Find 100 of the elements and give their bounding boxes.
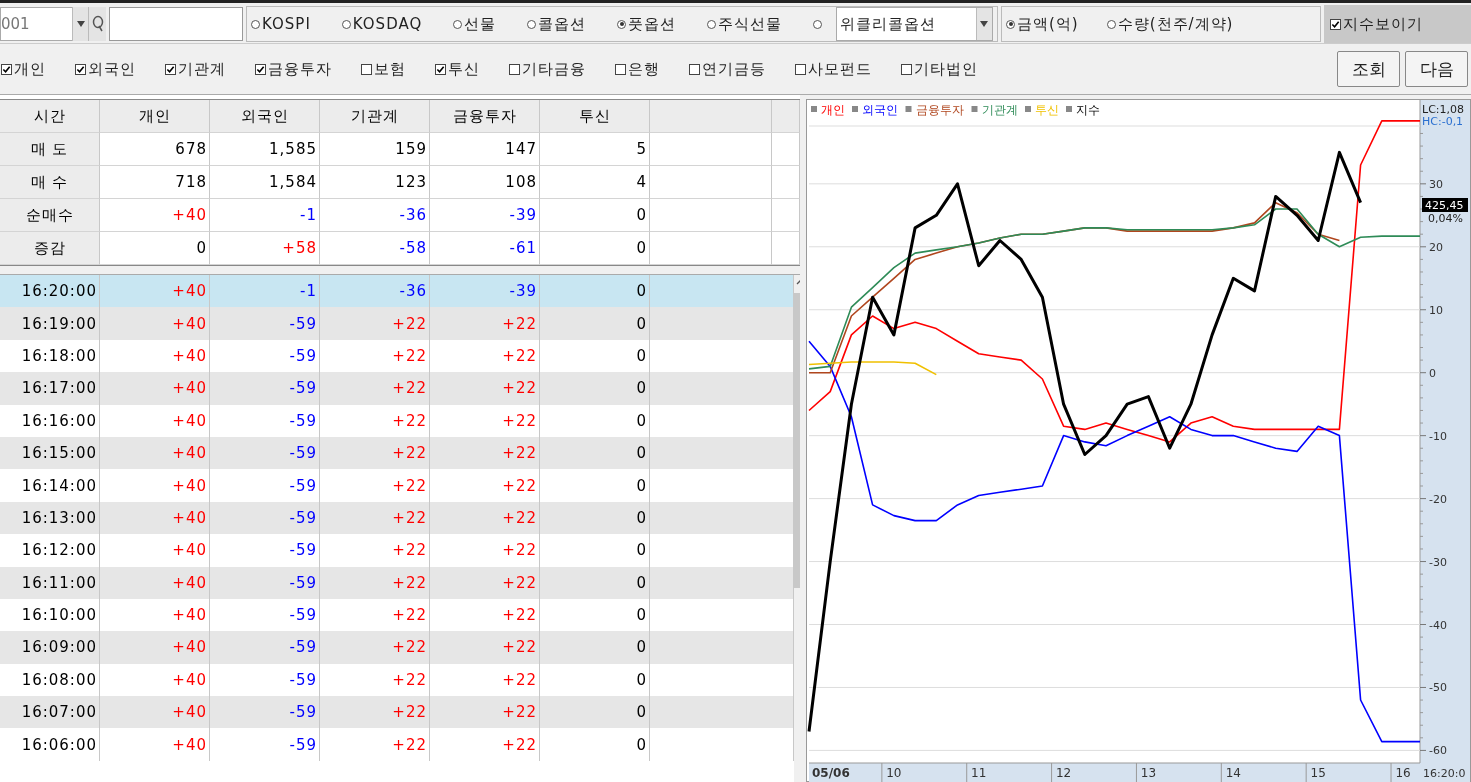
- table-cell: 0: [540, 469, 650, 502]
- search-icon[interactable]: [91, 15, 104, 33]
- table-cell: [772, 133, 800, 166]
- code-field[interactable]: 001: [0, 7, 106, 41]
- row-header: 순매수: [0, 199, 100, 232]
- option-label[interactable]: 콜옵션: [538, 14, 587, 34]
- table-row[interactable]: 16:13:00 +40 -59 +22 +22 0: [0, 501, 794, 535]
- radio-button[interactable]: [617, 19, 627, 29]
- index-change: 0,04%: [1428, 212, 1463, 225]
- table-cell: +22: [320, 372, 430, 405]
- table-cell: 0: [540, 566, 650, 599]
- checkbox[interactable]: [509, 63, 520, 75]
- option-label[interactable]: 금액(억): [1017, 14, 1079, 34]
- table-row[interactable]: 16:19:00 +40 -59 +22 +22 0: [0, 307, 794, 340]
- time-cell: 16:13:00: [0, 501, 100, 535]
- table-cell: 0: [540, 728, 650, 761]
- y-tick-label: 20: [1429, 240, 1443, 254]
- column-header: 투신: [540, 100, 650, 133]
- radio-button[interactable]: [453, 19, 463, 29]
- checkbox[interactable]: [165, 63, 176, 75]
- table-cell: 159: [320, 133, 430, 166]
- checkbox-label[interactable]: 투신: [448, 59, 480, 79]
- table-row[interactable]: 16:11:00 +40 -59 +22 +22 0: [0, 566, 794, 599]
- checkbox[interactable]: [795, 63, 806, 75]
- checkbox[interactable]: [435, 63, 446, 75]
- option-label[interactable]: 선물: [464, 14, 497, 34]
- row-header: 매 수: [0, 166, 100, 199]
- table-cell: [772, 199, 800, 232]
- checkbox-label[interactable]: 기타법인: [914, 59, 978, 79]
- x-tick-label: 14: [1225, 766, 1241, 780]
- checkbox[interactable]: [1330, 18, 1341, 30]
- radio-button[interactable]: [251, 19, 260, 29]
- table-row[interactable]: 16:17:00 +40 -59 +22 +22 0: [0, 372, 794, 405]
- option-label[interactable]: KOSDAQ: [352, 15, 423, 33]
- checkbox-label[interactable]: 기타금융: [522, 59, 586, 79]
- table-cell: -61: [430, 232, 540, 265]
- option-label[interactable]: KOSPI: [262, 15, 311, 33]
- table-cell: 0: [540, 534, 650, 567]
- checkbox-label[interactable]: 보험: [374, 59, 406, 79]
- radio-button[interactable]: [1106, 19, 1116, 29]
- table-cell: +40: [100, 404, 210, 437]
- y-tick: 0: [1419, 366, 1436, 380]
- table-cell: +22: [320, 631, 430, 664]
- option-label[interactable]: 수량(천주/계약): [1117, 14, 1234, 34]
- dropdown-button[interactable]: [976, 8, 992, 40]
- checkbox-label[interactable]: 은행: [628, 59, 660, 79]
- time-cell: 16:06:00: [0, 728, 100, 761]
- column-header: 외국인: [210, 100, 320, 133]
- radio-button[interactable]: [813, 19, 822, 29]
- input-field[interactable]: [109, 7, 243, 41]
- table-cell: 1,584: [210, 166, 320, 199]
- checkbox-label[interactable]: 기관계: [178, 59, 226, 79]
- time-label: 16:20:0: [1420, 763, 1470, 782]
- time-cell: 16:07:00: [0, 696, 100, 729]
- index-value-tag: 425,45: [1422, 198, 1468, 212]
- legend-label: 기관계: [981, 103, 1018, 117]
- checkbox-label[interactable]: 외국인: [88, 59, 136, 79]
- dropdown-arrow-icon[interactable]: [980, 20, 989, 28]
- table-cell: +22: [320, 728, 430, 761]
- checkbox[interactable]: [75, 63, 86, 75]
- date-label: 05/06: [812, 766, 850, 780]
- radio-button[interactable]: [707, 19, 717, 29]
- table-cell: -59: [210, 404, 320, 437]
- table-row[interactable]: 16:20:00 +40 -1 -36 -39 0: [0, 275, 794, 308]
- checkbox-label[interactable]: 연기금등: [702, 59, 766, 79]
- checkbox[interactable]: [901, 63, 912, 75]
- table-cell: +22: [430, 566, 540, 599]
- next-button[interactable]: 다음: [1405, 51, 1468, 87]
- option-dropdown[interactable]: 위클리콜옵션: [836, 7, 993, 41]
- table-cell: +22: [430, 534, 540, 567]
- dropdown-button[interactable]: [72, 7, 89, 41]
- table-cell: 0: [540, 696, 650, 729]
- checkbox-label[interactable]: 금융투자: [268, 59, 332, 79]
- table-cell: +22: [430, 728, 540, 761]
- checkbox-label[interactable]: 사모펀드: [808, 59, 872, 79]
- radio-button[interactable]: [1006, 19, 1015, 29]
- table-cell: +22: [320, 534, 430, 567]
- option-label[interactable]: 주식선물: [718, 14, 783, 34]
- dropdown-arrow-icon[interactable]: [76, 20, 85, 28]
- table-cell: +22: [320, 501, 430, 535]
- radio-button[interactable]: [341, 19, 351, 29]
- checkbox[interactable]: [361, 63, 372, 75]
- table-row[interactable]: 16:09:00 +40 -59 +22 +22 0: [0, 631, 794, 664]
- checkbox[interactable]: [255, 63, 266, 75]
- option-label[interactable]: 풋옵션: [628, 14, 677, 34]
- radio-button[interactable]: [527, 19, 537, 29]
- legend-label: 개인: [821, 103, 845, 117]
- query-button[interactable]: 조회: [1337, 51, 1400, 87]
- table-cell: 0: [540, 404, 650, 437]
- table-row[interactable]: 16:07:00 +40 -59 +22 +22 0: [0, 696, 794, 729]
- x-tick-label: 15: [1310, 766, 1326, 780]
- search-button[interactable]: [88, 7, 106, 41]
- checkbox-label[interactable]: 개인: [14, 59, 46, 79]
- code-field[interactable]: 001: [0, 7, 72, 41]
- x-tick-label: 13: [1140, 766, 1157, 780]
- checkbox[interactable]: [1, 63, 12, 75]
- y-tick: 20: [1419, 240, 1443, 254]
- table-row[interactable]: 16:15:00 +40 -59 +22 +22 0: [0, 436, 794, 470]
- checkbox[interactable]: [689, 63, 700, 75]
- checkbox[interactable]: [615, 63, 626, 75]
